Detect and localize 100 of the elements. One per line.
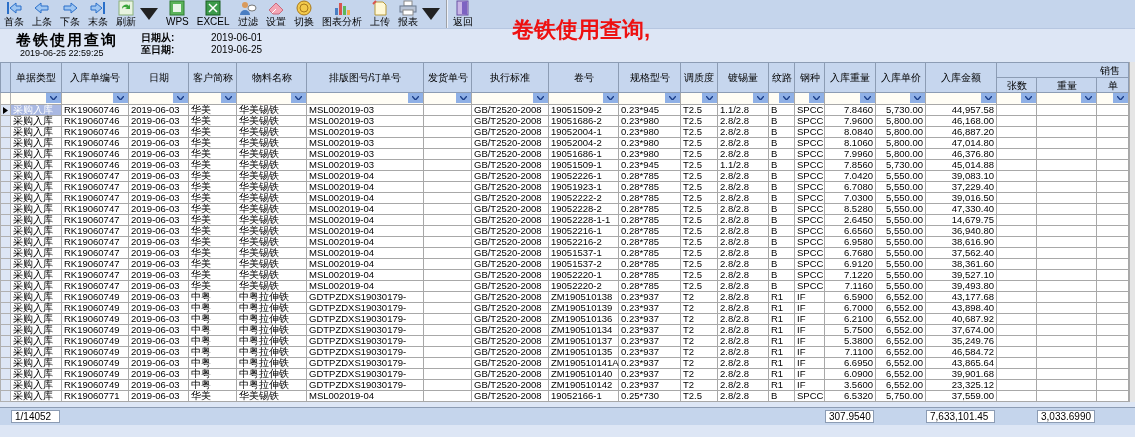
table-cell[interactable]: 采购入库 <box>10 236 62 248</box>
table-cell[interactable]: 采购入库 <box>10 225 62 237</box>
toolbar-button[interactable]: 过滤 <box>235 0 260 28</box>
table-cell: B <box>768 236 795 248</box>
dropdown-button[interactable] <box>456 93 471 103</box>
table-cell[interactable]: 采购入库 <box>10 247 62 259</box>
table-cell[interactable]: 采购入库 <box>10 159 62 171</box>
toolbar-button[interactable]: WPS <box>164 0 191 28</box>
table-cell: 6.7080 <box>824 181 876 193</box>
table-cell: MSL002019-03 <box>306 137 424 149</box>
dropdown-button[interactable] <box>1113 93 1129 103</box>
table-cell: GDTPZDXS19030179- <box>306 313 424 325</box>
table-cell[interactable]: 采购入库 <box>10 126 62 138</box>
table-cell[interactable]: 采购入库 <box>10 203 62 215</box>
table-cell: 0.28*785 <box>618 258 681 270</box>
toolbar-button[interactable]: 刷新 <box>114 0 160 28</box>
table-cell[interactable]: 采购入库 <box>10 214 62 226</box>
column-header[interactable]: 发货单号 <box>423 62 472 93</box>
table-cell[interactable]: 采购入库 <box>10 269 62 281</box>
column-header[interactable]: 调质度 <box>680 62 718 93</box>
dropdown-button[interactable] <box>981 93 996 103</box>
dropdown-button[interactable] <box>533 93 548 103</box>
table-cell[interactable]: 采购入库 <box>10 390 62 402</box>
table-cell: R1 <box>768 346 795 358</box>
table-cell[interactable]: 采购入库 <box>10 291 62 303</box>
table-cell[interactable]: 采购入库 <box>10 368 62 380</box>
table-cell[interactable]: 采购入库 <box>10 335 62 347</box>
dropdown-button[interactable] <box>779 93 794 103</box>
table-cell[interactable]: 采购入库 <box>10 181 62 193</box>
dropdown-button[interactable] <box>753 93 768 103</box>
table-cell: 华美锡铁 <box>236 170 307 182</box>
dropdown-button[interactable] <box>408 93 423 103</box>
toolbar-button[interactable]: 下条 <box>58 0 82 28</box>
column-header[interactable]: 入库单价 <box>875 62 926 93</box>
table-cell[interactable]: 采购入库 <box>10 280 62 292</box>
toolbar-button[interactable]: 报表 <box>395 0 442 28</box>
table-cell[interactable]: 采购入库 <box>10 324 62 336</box>
table-cell[interactable]: 采购入库 <box>10 115 62 127</box>
column-header[interactable]: 单据类型 <box>10 62 62 93</box>
table-cell[interactable]: 采购入库 <box>10 346 62 358</box>
dropdown-button[interactable] <box>46 93 61 103</box>
table-cell: GB/T2520-2008 <box>471 379 549 391</box>
table-cell[interactable]: 采购入库 <box>10 258 62 270</box>
dropdown-button[interactable] <box>910 93 925 103</box>
toolbar-button[interactable]: 末条 <box>86 0 110 28</box>
table-cell: 中粤 <box>188 324 237 336</box>
table-cell: 中粤拉伸铁 <box>236 346 307 358</box>
dropdown-button[interactable] <box>173 93 188 103</box>
column-header[interactable]: 规格型号 <box>618 62 681 93</box>
table-cell[interactable]: 采购入库 <box>10 379 62 391</box>
table-cell: 0.28*785 <box>618 225 681 237</box>
dropdown-button[interactable] <box>291 93 306 103</box>
column-header[interactable]: 排版图号/订单号 <box>306 62 424 93</box>
table-cell: 7.8460 <box>824 104 876 116</box>
dropdown-button[interactable] <box>1081 93 1096 103</box>
dropdown-button[interactable] <box>665 93 680 103</box>
table-cell[interactable]: 采购入库 <box>10 192 62 204</box>
table-cell: 46,168.00 <box>925 115 997 127</box>
table-cell: 华美 <box>188 225 237 237</box>
table-cell[interactable]: 采购入库 <box>10 357 62 369</box>
column-header[interactable]: 入库金额 <box>925 62 997 93</box>
column-header[interactable]: 入库重量 <box>824 62 876 93</box>
table-cell: 2.8/2.8 <box>717 291 769 303</box>
table-cell[interactable]: 采购入库 <box>10 170 62 182</box>
toolbar-button[interactable]: 返回 <box>445 0 475 28</box>
toolbar-button[interactable]: 上传 <box>367 0 392 28</box>
dropdown-button[interactable] <box>702 93 717 103</box>
table-cell: 2019-06-03 <box>128 379 189 391</box>
toolbar-button[interactable]: 设置 <box>263 0 288 28</box>
table-cell[interactable]: 采购入库 <box>10 313 62 325</box>
table-cell[interactable]: 采购入库 <box>10 148 62 160</box>
toolbar-button[interactable]: 切换 <box>291 0 316 28</box>
dropdown-button[interactable] <box>221 93 236 103</box>
table-cell[interactable]: 采购入库 <box>10 302 62 314</box>
dropdown-button[interactable] <box>1021 93 1036 103</box>
column-header[interactable]: 客户简称 <box>188 62 237 93</box>
toolbar-button[interactable]: EXCEL <box>194 0 232 28</box>
column-header[interactable]: 纹路 <box>768 62 795 93</box>
table-cell: 5.7500 <box>824 324 876 336</box>
scrollbar[interactable] <box>1129 62 1135 402</box>
table-cell: 8.5280 <box>824 203 876 215</box>
dropdown-button[interactable] <box>113 93 128 103</box>
column-header[interactable]: 入库单编号 <box>61 62 129 93</box>
table-cell: 0.23*980 <box>618 148 681 160</box>
column-header[interactable]: 物料名称 <box>236 62 307 93</box>
table-cell: 华美 <box>188 126 237 138</box>
column-header[interactable]: 日期 <box>128 62 189 93</box>
table-cell: MSL002019-03 <box>306 148 424 160</box>
toolbar-button[interactable]: 首条 <box>2 0 26 28</box>
column-header[interactable]: 钢种 <box>794 62 825 93</box>
table-cell[interactable]: 采购入库 <box>10 137 62 149</box>
dropdown-button[interactable] <box>809 93 824 103</box>
column-header[interactable]: 卷号 <box>548 62 619 93</box>
table-cell: 2019-06-03 <box>128 203 189 215</box>
toolbar-button[interactable]: 上条 <box>30 0 54 28</box>
column-header[interactable]: 执行标准 <box>471 62 549 93</box>
toolbar-button[interactable]: 图表分析 <box>319 0 364 28</box>
dropdown-button[interactable] <box>860 93 875 103</box>
column-header[interactable]: 镀锡量 <box>717 62 769 93</box>
dropdown-button[interactable] <box>603 93 618 103</box>
